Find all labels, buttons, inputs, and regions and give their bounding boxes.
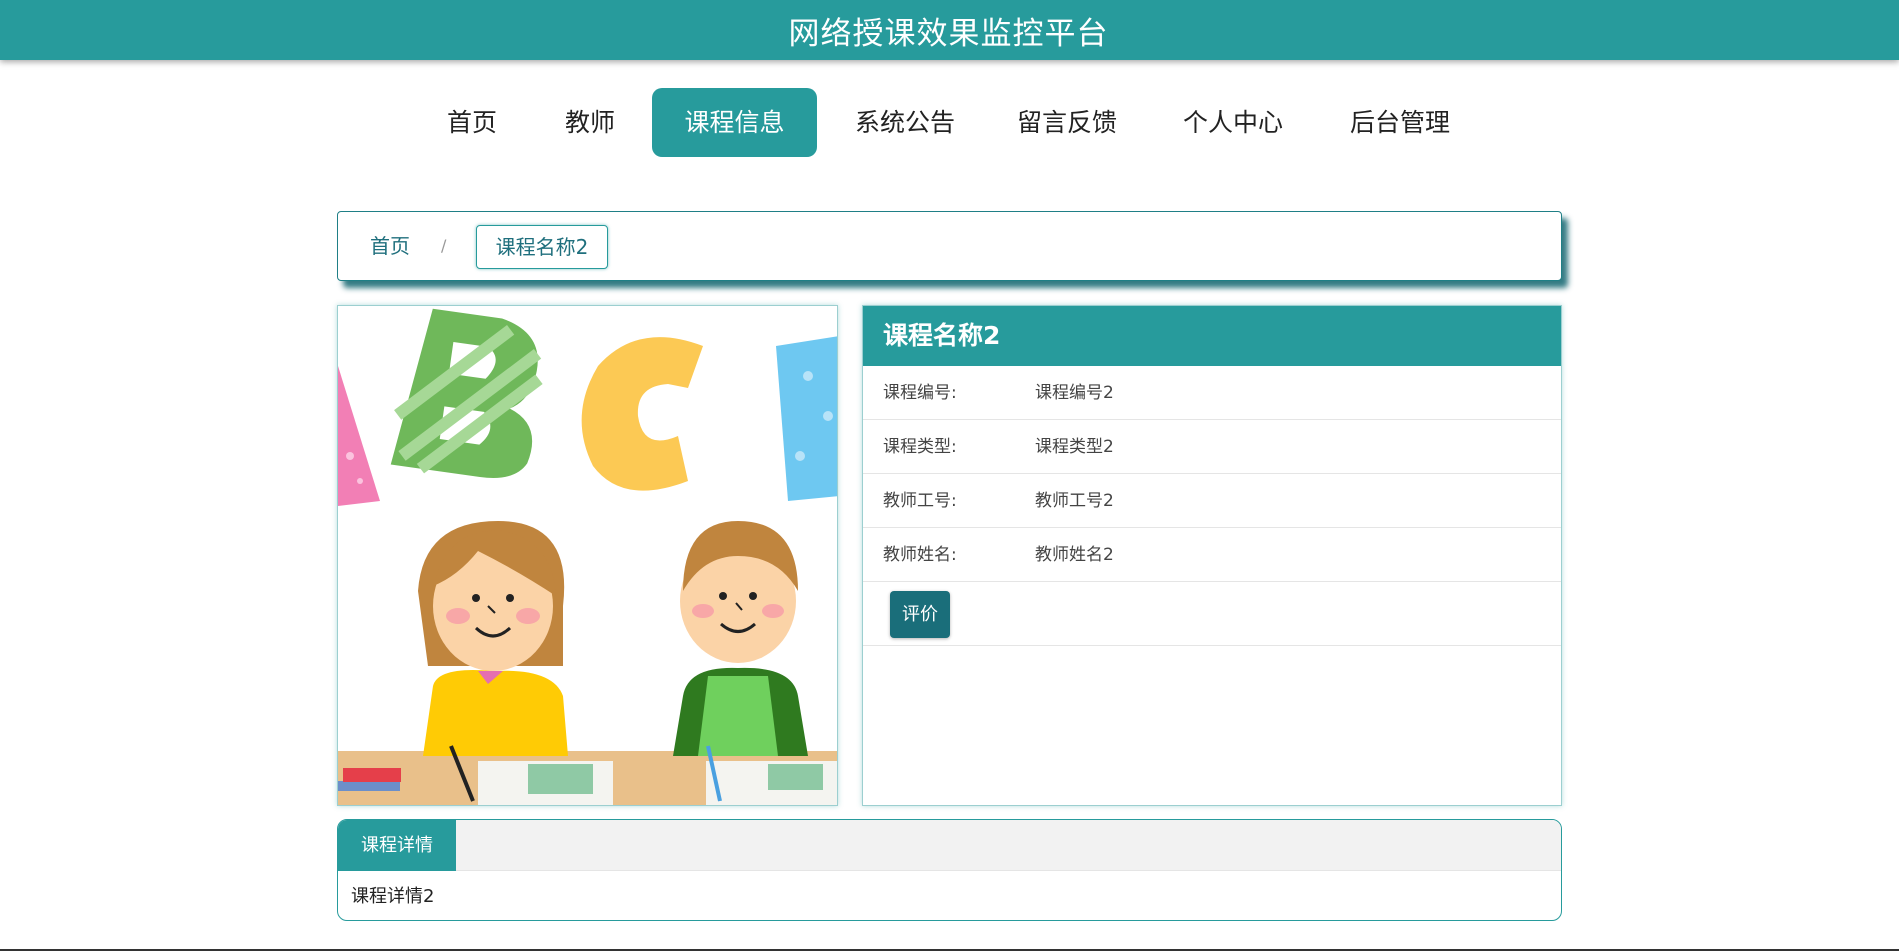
course-detail-content: 课程详情2 [351, 886, 435, 907]
rate-button[interactable]: 评价 [890, 591, 950, 638]
breadcrumb-current[interactable]: 课程名称2 [476, 225, 608, 269]
info-row-teacher-name: 教师姓名: 教师姓名2 [863, 528, 1561, 582]
main-nav: 首页 教师 课程信息 系统公告 留言反馈 个人中心 后台管理 [0, 88, 1899, 157]
course-detail-section: 课程详情 课程详情2 [337, 819, 1562, 921]
breadcrumb-separator: / [441, 236, 447, 255]
nav-item-course-info[interactable]: 课程信息 [652, 88, 817, 157]
children-reading-illustration [338, 308, 837, 805]
info-row-course-number: 课程编号: 课程编号2 [863, 366, 1561, 420]
info-row-course-type: 课程类型: 课程类型2 [863, 420, 1561, 474]
field-value: 课程编号2 [1035, 383, 1114, 403]
field-label: 教师姓名: [883, 545, 957, 565]
header-bar: 网络授课效果监控平台 [0, 0, 1899, 60]
nav-item-personal-center[interactable]: 个人中心 [1173, 88, 1293, 157]
action-row: 评价 [863, 582, 1561, 646]
field-value: 教师姓名2 [1035, 545, 1114, 565]
field-label: 教师工号: [883, 491, 957, 511]
field-label: 课程编号: [883, 383, 957, 403]
breadcrumb-home-link[interactable]: 首页 [370, 212, 410, 280]
info-row-teacher-id: 教师工号: 教师工号2 [863, 474, 1561, 528]
nav-item-announcements[interactable]: 系统公告 [845, 88, 965, 157]
tab-course-detail[interactable]: 课程详情 [338, 820, 456, 871]
course-info-panel: 课程名称2 课程编号: 课程编号2 课程类型: 课程类型2 教师工号: 教师工号… [862, 305, 1562, 806]
field-value: 教师工号2 [1035, 491, 1114, 511]
nav-item-admin[interactable]: 后台管理 [1340, 88, 1460, 157]
course-image [337, 305, 838, 806]
nav-item-home[interactable]: 首页 [432, 88, 512, 157]
site-title: 网络授课效果监控平台 [788, 15, 1109, 52]
field-label: 课程类型: [883, 437, 957, 457]
course-name-heading: 课程名称2 [863, 306, 1561, 366]
field-value: 课程类型2 [1035, 437, 1114, 457]
breadcrumb: 首页 / 课程名称2 [337, 211, 1562, 281]
detail-tab-bar: 课程详情 [338, 820, 1561, 871]
nav-item-feedback[interactable]: 留言反馈 [1007, 88, 1127, 157]
nav-item-teachers[interactable]: 教师 [550, 88, 630, 157]
